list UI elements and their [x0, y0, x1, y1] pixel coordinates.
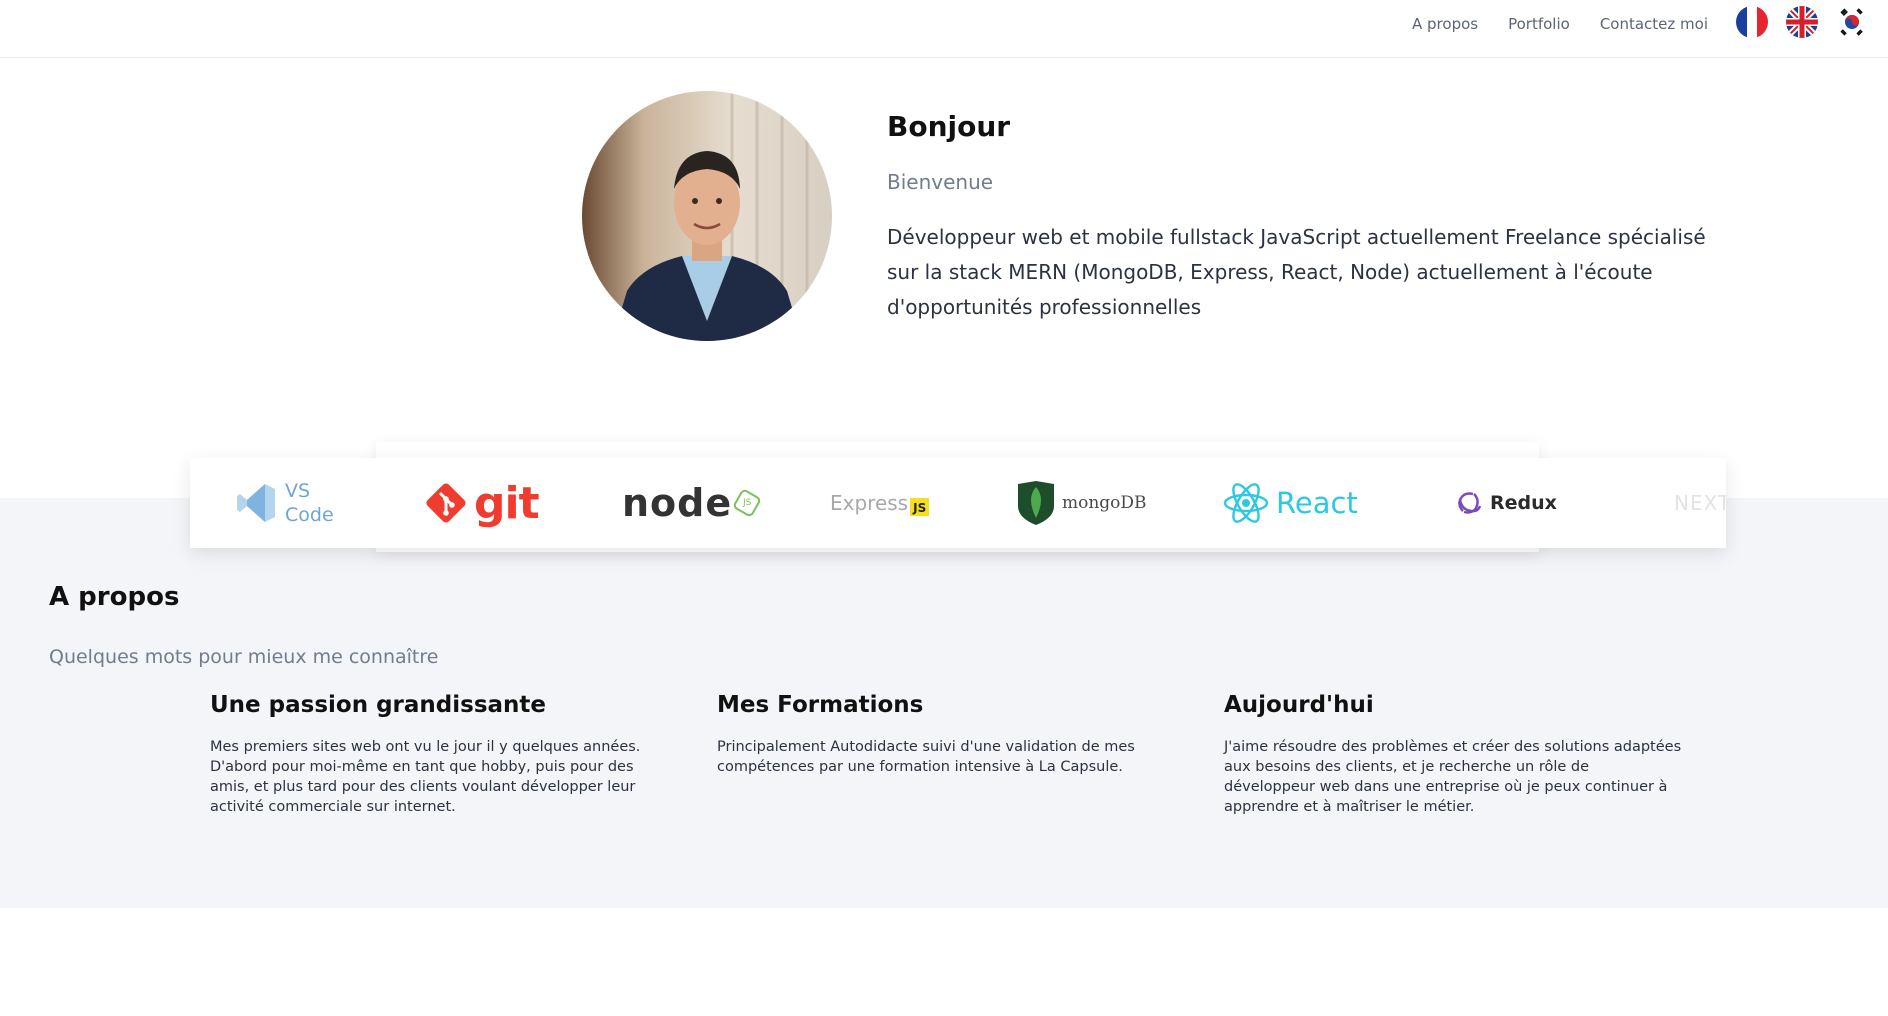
site-header: A propos Portfolio Contactez moi — [0, 0, 1888, 58]
redux-logo: Redux — [1454, 458, 1557, 548]
about-column-formations: Mes Formations Principalement Autodidact… — [717, 692, 1177, 777]
about-column-title: Aujourd'hui — [1224, 692, 1374, 718]
react-atom-icon — [1223, 483, 1269, 523]
main-nav: A propos Portfolio Contactez moi — [1382, 0, 1708, 48]
about-column-today: Aujourd'hui J'aime résoudre des problème… — [1224, 692, 1684, 817]
vscode-label-line2: Code — [285, 504, 334, 526]
nodejs-hexagon-icon: JS — [732, 487, 763, 519]
about-column-title: Une passion grandissante — [210, 692, 547, 718]
about-subtitle: Quelques mots pour mieux me connaître — [49, 646, 439, 668]
nextjs-logo: NEXT — [1674, 458, 1726, 548]
nodejs-label: node — [622, 481, 733, 525]
git-icon — [426, 483, 466, 523]
profile-photo — [582, 91, 832, 341]
about-column-title: Mes Formations — [717, 692, 924, 718]
hero-text: Bonjour Bienvenue Développeur web et mob… — [887, 110, 1737, 325]
next-section — [4, 908, 1888, 1016]
git-logo: git — [422, 458, 540, 548]
french-flag-icon[interactable] — [1736, 6, 1768, 38]
uk-flag-icon[interactable] — [1786, 6, 1818, 38]
about-column-text: Principalement Autodidacte suivi d'une v… — [717, 739, 1135, 775]
vscode-label-line1: VS — [285, 480, 311, 502]
about-column-text: Mes premiers sites web ont vu le jour il… — [210, 739, 641, 815]
nodejs-logo: node JS — [622, 458, 763, 548]
vscode-logo: VS Code — [235, 458, 334, 548]
redux-icon — [1458, 492, 1482, 514]
git-label: git — [474, 477, 540, 529]
hero-greeting: Bonjour — [887, 110, 1011, 143]
hero-subgreeting: Bienvenue — [887, 170, 994, 194]
nextjs-label: NEXT — [1674, 491, 1726, 515]
nav-link-portfolio[interactable]: Portfolio — [1508, 15, 1570, 33]
nav-link-a-propos[interactable]: A propos — [1412, 15, 1478, 33]
redux-label: Redux — [1490, 492, 1557, 514]
nav-link-contact[interactable]: Contactez moi — [1600, 15, 1708, 33]
about-title: A propos — [49, 582, 180, 612]
about-column-passion: Une passion grandissante Mes premiers si… — [210, 692, 670, 817]
korean-flag-icon[interactable] — [1836, 6, 1868, 38]
react-label: React — [1276, 486, 1358, 520]
language-switcher — [1736, 6, 1868, 38]
express-logo: Express JS — [830, 458, 930, 548]
hero-intro: Développeur web et mobile fullstack Java… — [887, 225, 1706, 319]
react-logo: React — [1222, 458, 1358, 548]
vscode-icon — [237, 484, 275, 522]
mongodb-logo: mongoDB — [1016, 458, 1147, 548]
express-js-badge: JS — [910, 498, 930, 516]
express-label: Express — [830, 491, 909, 515]
mongodb-label: mongoDB — [1062, 493, 1147, 513]
about-column-text: J'aime résoudre des problèmes et créer d… — [1224, 739, 1682, 815]
tech-carousel: VS Code git node JS Express JS mongoDB R… — [190, 458, 1726, 548]
nodejs-badge: JS — [742, 498, 752, 508]
mongodb-leaf-icon — [1018, 481, 1054, 525]
